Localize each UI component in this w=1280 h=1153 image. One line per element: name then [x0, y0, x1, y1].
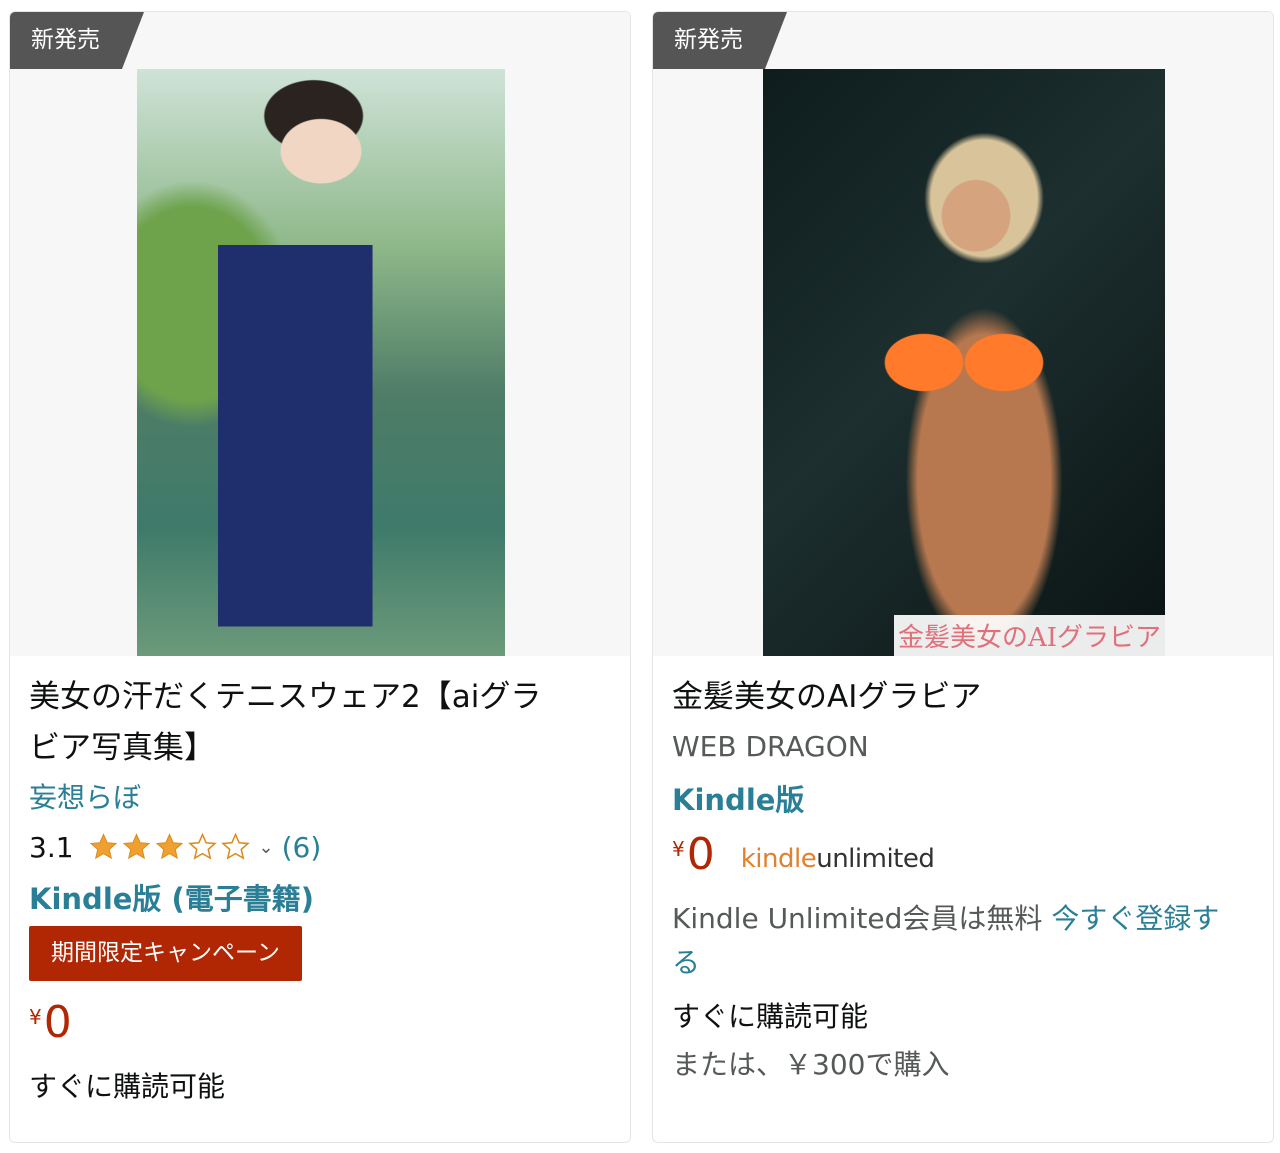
product-info: 金髪美女のAIグラビア WEB DRAGON Kindle版 ¥ 0 kindl… — [672, 672, 1255, 1089]
currency-symbol: ¥ — [672, 837, 685, 861]
chevron-down-icon[interactable]: ⌄ — [259, 837, 274, 858]
star-icon — [88, 832, 119, 862]
price[interactable]: ¥ 0 — [29, 997, 612, 1049]
product-card[interactable]: 新発売 美女の汗だくテニスウェア2【aiグラ ビア写真集】 妄想らぼ 3.1 ⌄… — [9, 11, 631, 1143]
kindle-unlimited-text: Kindle Unlimited会員は無料 今すぐ登録す る — [672, 897, 1255, 985]
signup-link[interactable]: る — [672, 946, 700, 979]
availability-text: すぐに購読可能 — [672, 1000, 869, 1033]
product-image-area[interactable]: 新発売 金髪美女のAIグラビア — [653, 12, 1273, 656]
price-amount: 0 — [43, 997, 72, 1048]
author-name: WEB DRAGON — [672, 730, 869, 763]
ku-free-label: Kindle Unlimited会員は無料 — [672, 902, 1043, 935]
rating-count-link[interactable]: (6) — [282, 831, 322, 864]
product-title-line[interactable]: ビア写真集】 — [29, 723, 612, 774]
new-release-badge: 新発売 — [10, 12, 144, 69]
new-release-badge: 新発売 — [653, 12, 787, 69]
product-image-area[interactable]: 新発売 — [10, 12, 630, 656]
book-cover-image[interactable]: 金髪美女のAIグラビア — [763, 69, 1165, 656]
price[interactable]: ¥ 0 kindleunlimited — [672, 829, 1255, 885]
format-link[interactable]: Kindle版 — [672, 773, 1255, 827]
cover-caption: 金髪美女のAIグラビア — [893, 615, 1165, 656]
format-link[interactable]: Kindle版 (電子書籍) — [29, 872, 612, 926]
star-outline-icon — [220, 832, 251, 862]
star-rating[interactable] — [88, 832, 253, 862]
star-icon — [154, 832, 185, 862]
kindle-unlimited-logo: kindleunlimited — [740, 844, 935, 874]
currency-symbol: ¥ — [29, 1005, 42, 1029]
product-card[interactable]: 新発売 金髪美女のAIグラビア 金髪美女のAIグラビア WEB DRAGON K… — [652, 11, 1274, 1143]
product-title-link[interactable]: 金髪美女のAIグラビア — [672, 672, 1255, 723]
rating-value: 3.1 — [29, 830, 74, 864]
product-title-link[interactable]: 美女の汗だくテニスウェア2【aiグラ ビア写真集】 — [29, 672, 612, 774]
star-icon — [121, 832, 152, 862]
alternate-purchase-text[interactable]: または、￥300で購入 — [672, 1041, 1255, 1089]
rating-row: 3.1 ⌄ (6) — [29, 822, 612, 872]
product-info: 美女の汗だくテニスウェア2【aiグラ ビア写真集】 妄想らぼ 3.1 ⌄ (6)… — [29, 672, 612, 1111]
product-title-line[interactable]: 美女の汗だくテニスウェア2【aiグラ — [29, 672, 612, 723]
campaign-badge: 期間限定キャンペーン — [29, 926, 302, 981]
price-amount: 0 — [686, 829, 715, 880]
author-link[interactable]: 妄想らぼ — [29, 774, 612, 822]
book-cover-image[interactable] — [137, 69, 505, 656]
star-outline-icon — [187, 832, 218, 862]
availability-text: すぐに購読可能 — [29, 1070, 226, 1103]
signup-link[interactable]: 今すぐ登録す — [1051, 902, 1219, 935]
